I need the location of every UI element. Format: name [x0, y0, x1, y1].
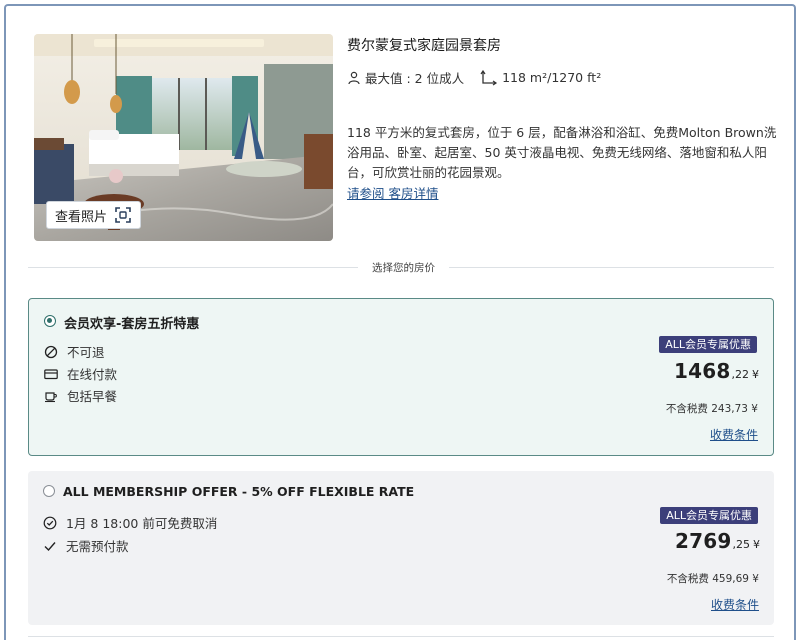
tax-excluded-text: 不含税费 459,69 ¥ [666, 573, 759, 585]
section-divider [28, 636, 774, 637]
occupancy-text: 最大值 : 2 位成人 [365, 71, 465, 86]
price-main: 2769 [675, 529, 732, 553]
rate-radio-selected[interactable] [44, 315, 56, 327]
person-icon [348, 71, 360, 84]
rate-price: 2769 ,25 ¥ [675, 529, 760, 553]
rate-feature: 包括早餐 [44, 386, 117, 405]
rate-radio-unselected[interactable] [43, 485, 55, 497]
feature-text: 不可退 [67, 345, 105, 360]
price-cents: ,22 [731, 368, 750, 381]
view-photos-button[interactable]: 查看照片 [46, 201, 142, 229]
occupancy-info: 最大值 : 2 位成人 [347, 68, 464, 87]
room-details-link[interactable]: 请参阅 客房详情 [347, 183, 438, 202]
size-info: 118 m²/1270 ft² [480, 69, 602, 86]
charge-conditions-link[interactable]: 收费条件 [711, 596, 759, 613]
area-icon [480, 69, 498, 85]
clock-check-icon [43, 516, 57, 529]
room-meta: 最大值 : 2 位成人 118 m²/1270 ft² [347, 68, 617, 87]
price-cents: ,25 [732, 538, 751, 551]
rate-feature: 在线付款 [44, 364, 117, 383]
member-offer-badge: ALL会员专属优惠 [659, 336, 757, 353]
credit-card-icon [44, 368, 58, 379]
feature-text: 无需预付款 [66, 539, 129, 554]
feature-text: 在线付款 [67, 367, 118, 382]
charge-conditions-link[interactable]: 收费条件 [710, 426, 758, 443]
checkmark-icon [44, 541, 56, 551]
no-refund-icon [44, 345, 58, 358]
size-text: 118 m²/1270 ft² [502, 70, 602, 85]
room-photo[interactable]: 查看照片 [34, 34, 333, 241]
rate-name: 会员欢享-套房五折特惠 [64, 317, 200, 332]
tax-excluded-text: 不含税费 243,73 ¥ [665, 403, 758, 415]
room-title: 费尔蒙复式家庭园景套房 [347, 38, 501, 54]
view-photos-label: 查看照片 [55, 209, 108, 225]
price-main: 1468 [674, 359, 731, 383]
rate-option-flexible-rate[interactable]: ALL MEMBERSHIP OFFER - 5% OFF FLEXIBLE R… [28, 471, 774, 625]
rate-name: ALL MEMBERSHIP OFFER - 5% OFF FLEXIBLE R… [63, 484, 415, 499]
rate-feature: 无需预付款 [43, 536, 129, 555]
coffee-cup-icon [45, 391, 57, 402]
expand-frame-icon [115, 207, 131, 223]
rate-option-member-suite-offer[interactable]: 会员欢享-套房五折特惠 不可退 在线付款 包括早餐 ALL会员专属优惠 1468… [28, 298, 774, 456]
rate-feature: 不可退 [44, 342, 105, 361]
rate-feature: 1月 8 18:00 前可免费取消 [43, 513, 217, 532]
price-currency: ¥ [752, 368, 759, 381]
feature-text: 包括早餐 [67, 389, 118, 404]
select-rate-heading: 选择您的房价 [358, 260, 449, 275]
feature-text: 1月 8 18:00 前可免费取消 [66, 516, 218, 531]
price-currency: ¥ [753, 538, 760, 551]
room-description: 118 平方米的复式套房，位于 6 层，配备淋浴和浴缸、免费Molton Bro… [347, 125, 777, 180]
rate-price: 1468 ,22 ¥ [674, 359, 759, 383]
member-offer-badge: ALL会员专属优惠 [660, 507, 758, 524]
